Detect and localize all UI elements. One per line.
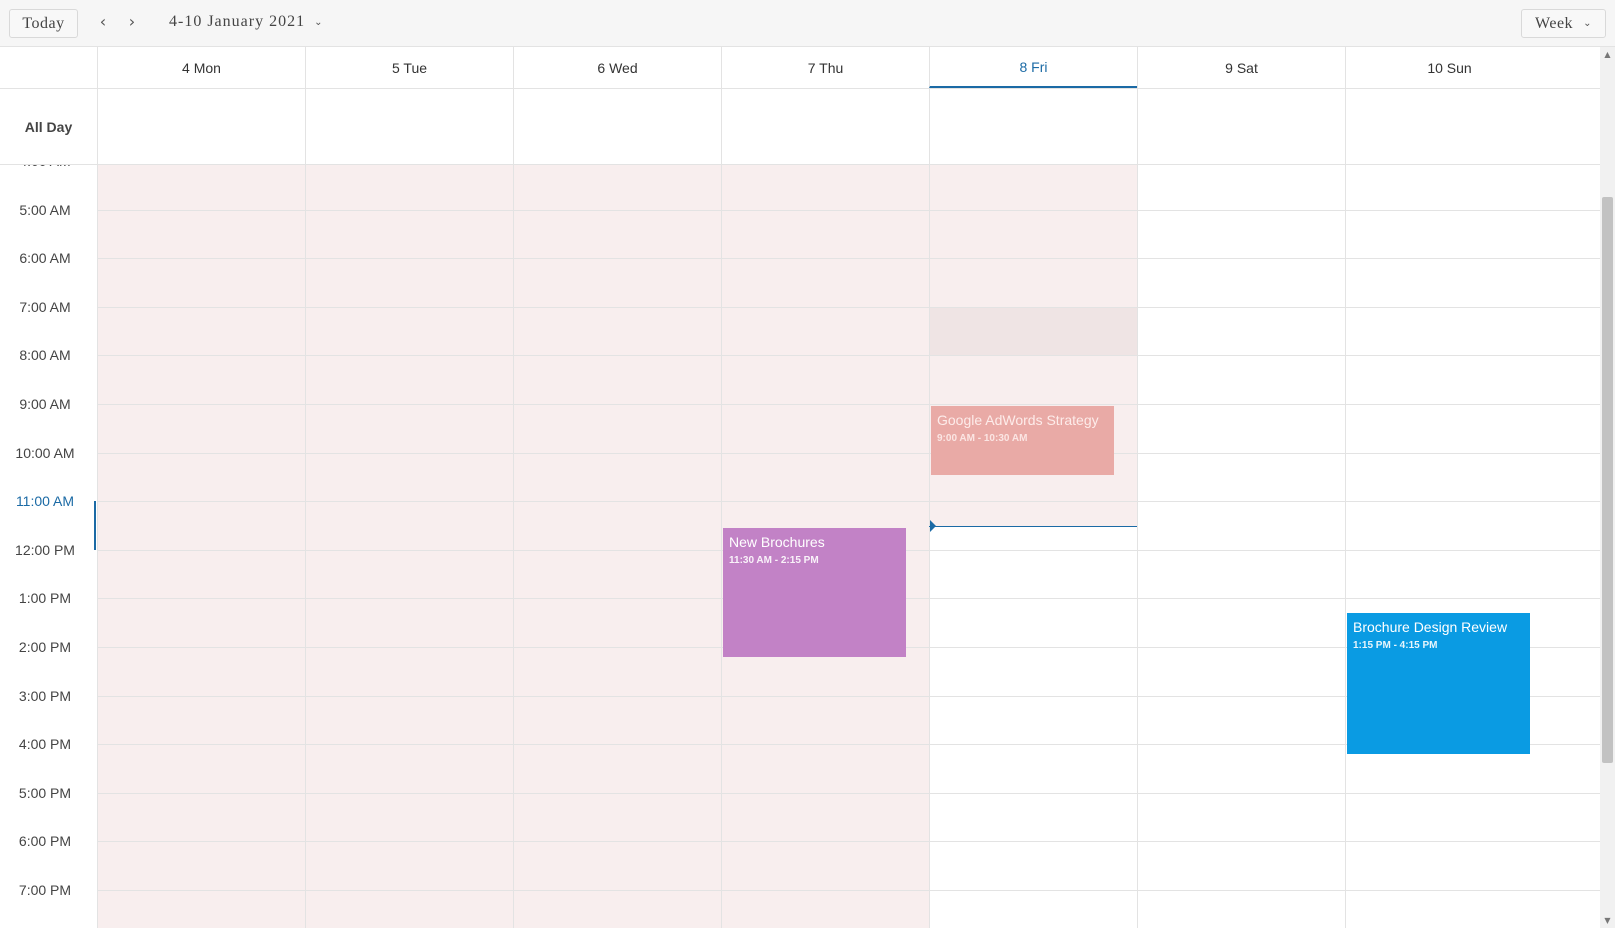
all-day-cell[interactable] (721, 89, 929, 164)
scroll-thumb[interactable] (1602, 197, 1613, 763)
day-header-6[interactable]: 10 Sun (1345, 47, 1553, 88)
day-header-3[interactable]: 7 Thu (721, 47, 929, 88)
event-time: 1:15 PM - 4:15 PM (1353, 639, 1438, 651)
day-header-0[interactable]: 4 Mon (97, 47, 305, 88)
all-day-cell[interactable] (513, 89, 721, 164)
time-label: 1:00 PM (18, 590, 72, 607)
event-title: Brochure Design Review (1353, 618, 1508, 635)
all-day-cell[interactable] (305, 89, 513, 164)
time-label: 4:00 AM (0, 165, 90, 169)
hour-line (97, 258, 1600, 260)
event-time: 11:30 AM - 2:15 PM (729, 554, 819, 566)
all-day-cell[interactable] (1345, 89, 1553, 164)
vertical-scrollbar[interactable]: ▲ ▼ (1600, 47, 1615, 928)
calendar-event[interactable]: Google AdWords Strategy 9:00 AM - 10:30 A… (931, 406, 1114, 475)
time-label: 2:00 PM (18, 639, 72, 655)
day-column[interactable] (513, 165, 721, 928)
time-label: 5:00 PM (18, 784, 72, 801)
event-title: New Brochures (729, 533, 825, 550)
time-label: 7:00 PM (18, 882, 72, 898)
event-title: Google AdWords Strategy (937, 412, 1099, 428)
hour-line (97, 355, 1600, 357)
hour-line (97, 306, 1600, 308)
next-arrow-icon[interactable]: › (124, 12, 140, 31)
time-label: 5:00 AM (19, 201, 71, 218)
day-header-1[interactable]: 5 Tue (305, 47, 513, 88)
current-time-indicator-icon (930, 519, 936, 532)
all-day-cell[interactable] (929, 89, 1137, 164)
hour-line (97, 890, 1600, 891)
time-label: 3:00 PM (18, 687, 72, 704)
day-column[interactable] (97, 165, 305, 928)
time-label: 12:00 PM (15, 541, 75, 558)
calendar-event[interactable]: Brochure Design Review 1:15 PM - 4:15 PM (1347, 612, 1530, 755)
day-column[interactable] (929, 165, 1137, 928)
view-selector-button[interactable]: Week ⌄ (1521, 9, 1606, 38)
hour-line (97, 209, 1600, 211)
all-day-row: All Day (0, 89, 1600, 165)
day-header-4[interactable]: 8 Fri (929, 47, 1137, 88)
day-column[interactable] (1137, 165, 1345, 928)
chevron-down-icon: ⌄ (1583, 18, 1592, 29)
day-header-5[interactable]: 9 Sat (1137, 47, 1345, 88)
today-button[interactable]: Today (9, 9, 78, 38)
scroll-up-icon[interactable]: ▲ (1600, 47, 1615, 62)
current-time-line (929, 525, 1137, 527)
all-day-cell[interactable] (97, 89, 305, 164)
header-corner (0, 47, 97, 88)
hour-line (97, 841, 1600, 843)
event-time: 9:00 AM - 10:30 AM (937, 433, 1028, 444)
calendar-event[interactable]: New Brochures 11:30 AM - 2:15 PM (723, 527, 906, 658)
previous-arrow-icon[interactable]: ‹ (95, 12, 111, 31)
hour-line (97, 452, 1600, 454)
time-label: 8:00 AM (19, 347, 71, 364)
time-label: 6:00 AM (19, 250, 71, 267)
time-label: 7:00 AM (19, 298, 71, 315)
day-header-row: 4 Mon 5 Tue 6 Wed 7 Thu 8 Fri 9 Sat 10 Sun (0, 47, 1600, 89)
date-range-picker[interactable]: 4-10 January 2021 ⌄ (169, 13, 323, 31)
time-label: 11:00 AM (15, 493, 75, 510)
all-day-cell[interactable] (1137, 89, 1345, 164)
day-header-2[interactable]: 6 Wed (513, 47, 721, 88)
time-grid: 4:00 AM 5:00 AM 6:00 AM 7:00 AM 8:00 AM 9:00 … (0, 165, 1600, 928)
scroll-down-icon[interactable]: ▼ (1600, 913, 1615, 928)
chevron-down-icon: ⌄ (314, 16, 324, 28)
time-label: 4:00 PM (18, 736, 72, 753)
hour-line (97, 404, 1600, 405)
day-column[interactable] (1345, 165, 1553, 928)
day-column[interactable] (305, 165, 513, 928)
current-hour-marker (94, 501, 96, 550)
calendar-toolbar: Today ‹ › 4-10 January 2021 ⌄ Week ⌄ (0, 0, 1615, 47)
time-label: 6:00 PM (18, 833, 72, 850)
time-label: 10:00 AM (15, 444, 75, 461)
time-label: 9:00 AM (19, 396, 71, 412)
all-day-label: All Day (24, 118, 73, 135)
hour-line (97, 501, 1600, 503)
date-range-label: 4-10 January 2021 (169, 13, 306, 30)
view-label: Week (1535, 14, 1574, 32)
hour-line (97, 792, 1600, 794)
